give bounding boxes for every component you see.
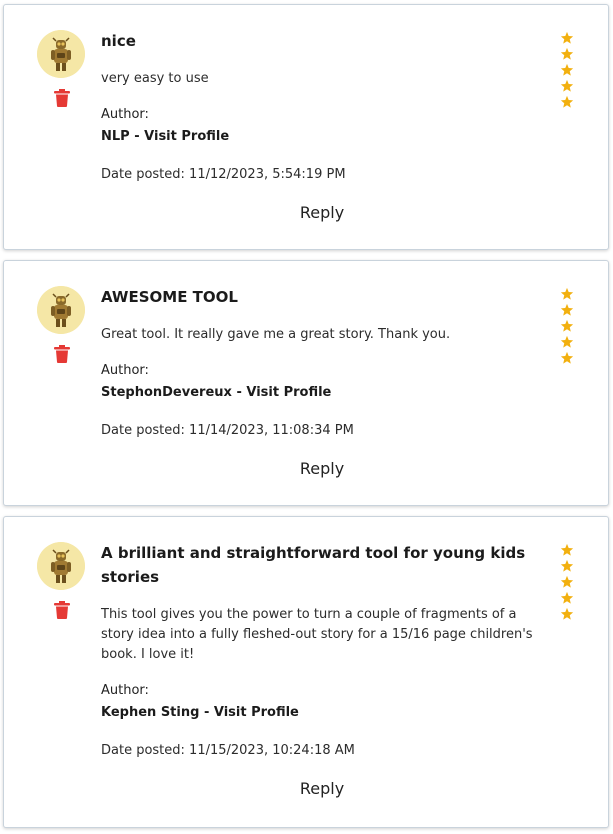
author-separator: - — [129, 129, 145, 144]
review-title: AWESOME TOOL — [101, 288, 238, 306]
review-card: AWESOME TOOL Great tool. It really gave … — [3, 260, 609, 506]
star-icon — [560, 95, 574, 108]
star-icon — [560, 319, 574, 332]
star-icon — [560, 543, 574, 556]
review-body: This tool gives you the power to turn a … — [101, 607, 533, 662]
review-card: A brilliant and straightforward tool for… — [3, 516, 609, 828]
author-name: StephonDevereux — [101, 385, 232, 400]
rating-stars — [560, 31, 576, 111]
author-name: NLP — [101, 129, 130, 144]
reply-button[interactable]: Reply — [4, 779, 613, 798]
author-name: Kephen Sting — [101, 705, 200, 720]
review-title: A brilliant and straightforward tool for… — [101, 544, 526, 586]
date-posted: Date posted: 11/15/2023, 10:24:18 AM — [101, 743, 355, 758]
delete-icon[interactable] — [54, 601, 70, 619]
reply-button[interactable]: Reply — [4, 203, 613, 222]
review-card: nice very easy to use Author: NLP - Visi… — [3, 4, 609, 250]
author-separator: - — [199, 705, 214, 720]
delete-icon[interactable] — [54, 89, 70, 107]
star-icon — [560, 79, 574, 92]
author-label: Author: — [101, 683, 149, 698]
author-line: Kephen Sting - Visit Profile — [101, 705, 299, 720]
star-icon — [560, 591, 574, 604]
star-icon — [560, 351, 574, 364]
star-icon — [560, 607, 574, 620]
author-line: StephonDevereux - Visit Profile — [101, 385, 331, 400]
star-icon — [560, 303, 574, 316]
avatar — [37, 542, 85, 590]
review-body: very easy to use — [101, 71, 209, 86]
avatar — [37, 286, 85, 334]
visit-profile-link[interactable]: Visit Profile — [246, 385, 331, 400]
star-icon — [560, 335, 574, 348]
rating-stars — [560, 543, 576, 623]
review-body: Great tool. It really gave me a great st… — [101, 327, 451, 342]
star-icon — [560, 559, 574, 572]
reply-button[interactable]: Reply — [4, 459, 613, 478]
date-posted: Date posted: 11/12/2023, 5:54:19 PM — [101, 167, 346, 182]
review-title: nice — [101, 32, 136, 50]
avatar — [37, 30, 85, 78]
date-posted: Date posted: 11/14/2023, 11:08:34 PM — [101, 423, 354, 438]
star-icon — [560, 47, 574, 60]
visit-profile-link[interactable]: Visit Profile — [144, 129, 229, 144]
author-label: Author: — [101, 363, 149, 378]
star-icon — [560, 575, 574, 588]
star-icon — [560, 287, 574, 300]
author-separator: - — [231, 385, 247, 400]
rating-stars — [560, 287, 576, 367]
delete-icon[interactable] — [54, 345, 70, 363]
star-icon — [560, 31, 574, 44]
visit-profile-link[interactable]: Visit Profile — [214, 705, 299, 720]
star-icon — [560, 63, 574, 76]
author-line: NLP - Visit Profile — [101, 129, 229, 144]
author-label: Author: — [101, 107, 149, 122]
